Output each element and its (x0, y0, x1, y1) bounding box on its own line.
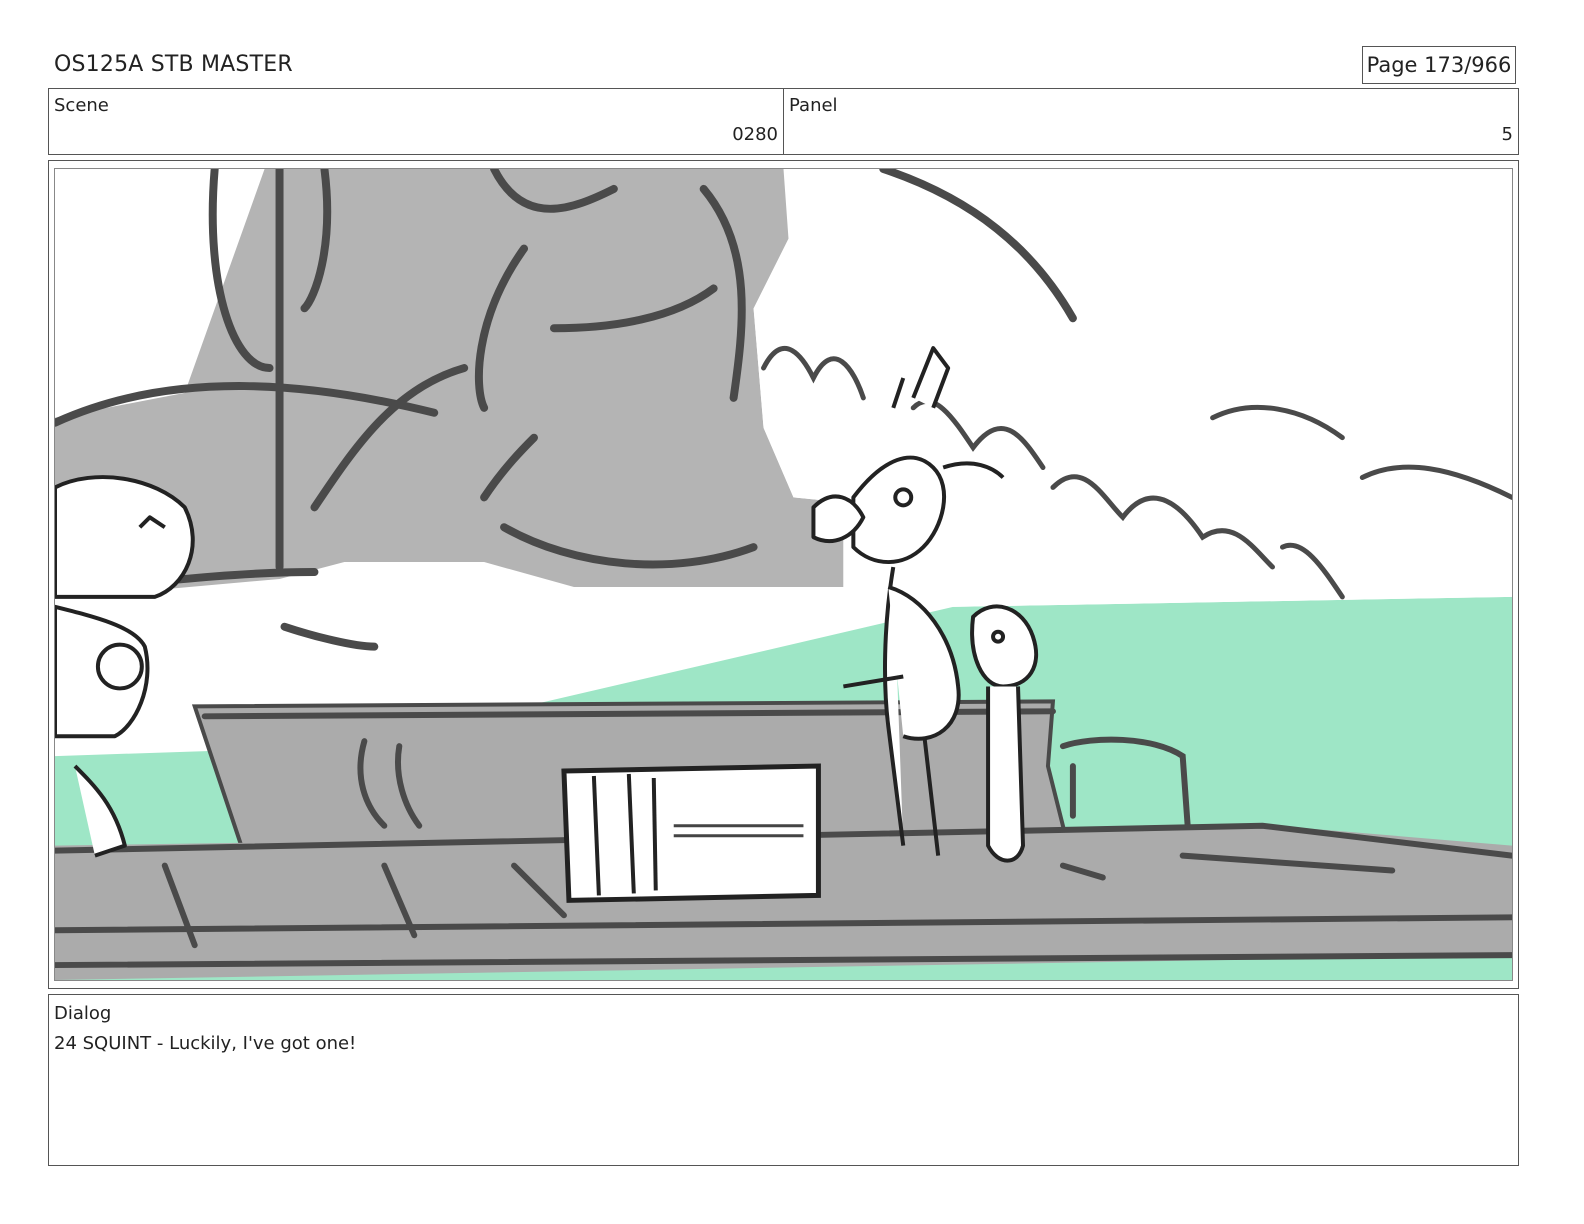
scene-number: 0280 (732, 124, 778, 145)
panel-label: Panel (789, 95, 838, 116)
scene-cell: Scene 0280 (49, 89, 784, 154)
storyboard-drawing (54, 168, 1513, 981)
cloud (753, 296, 1512, 607)
panel-number: 5 (1501, 124, 1513, 145)
panel-cell: Panel 5 (784, 89, 1518, 154)
document-title: OS125A STB MASTER (54, 52, 293, 77)
dialog-text: 24 SQUINT - Luckily, I've got one! (54, 1033, 357, 1054)
storyboard-sketch (55, 169, 1512, 980)
dialog-box: Dialog 24 SQUINT - Luckily, I've got one… (48, 994, 1519, 1166)
crate (561, 763, 821, 903)
dialog-label: Dialog (54, 1003, 112, 1024)
scene-label: Scene (54, 95, 109, 116)
page-number: Page 173/966 (1362, 46, 1516, 84)
scene-panel-row: Scene 0280 Panel 5 (48, 88, 1519, 155)
storyboard-frame (48, 160, 1519, 989)
